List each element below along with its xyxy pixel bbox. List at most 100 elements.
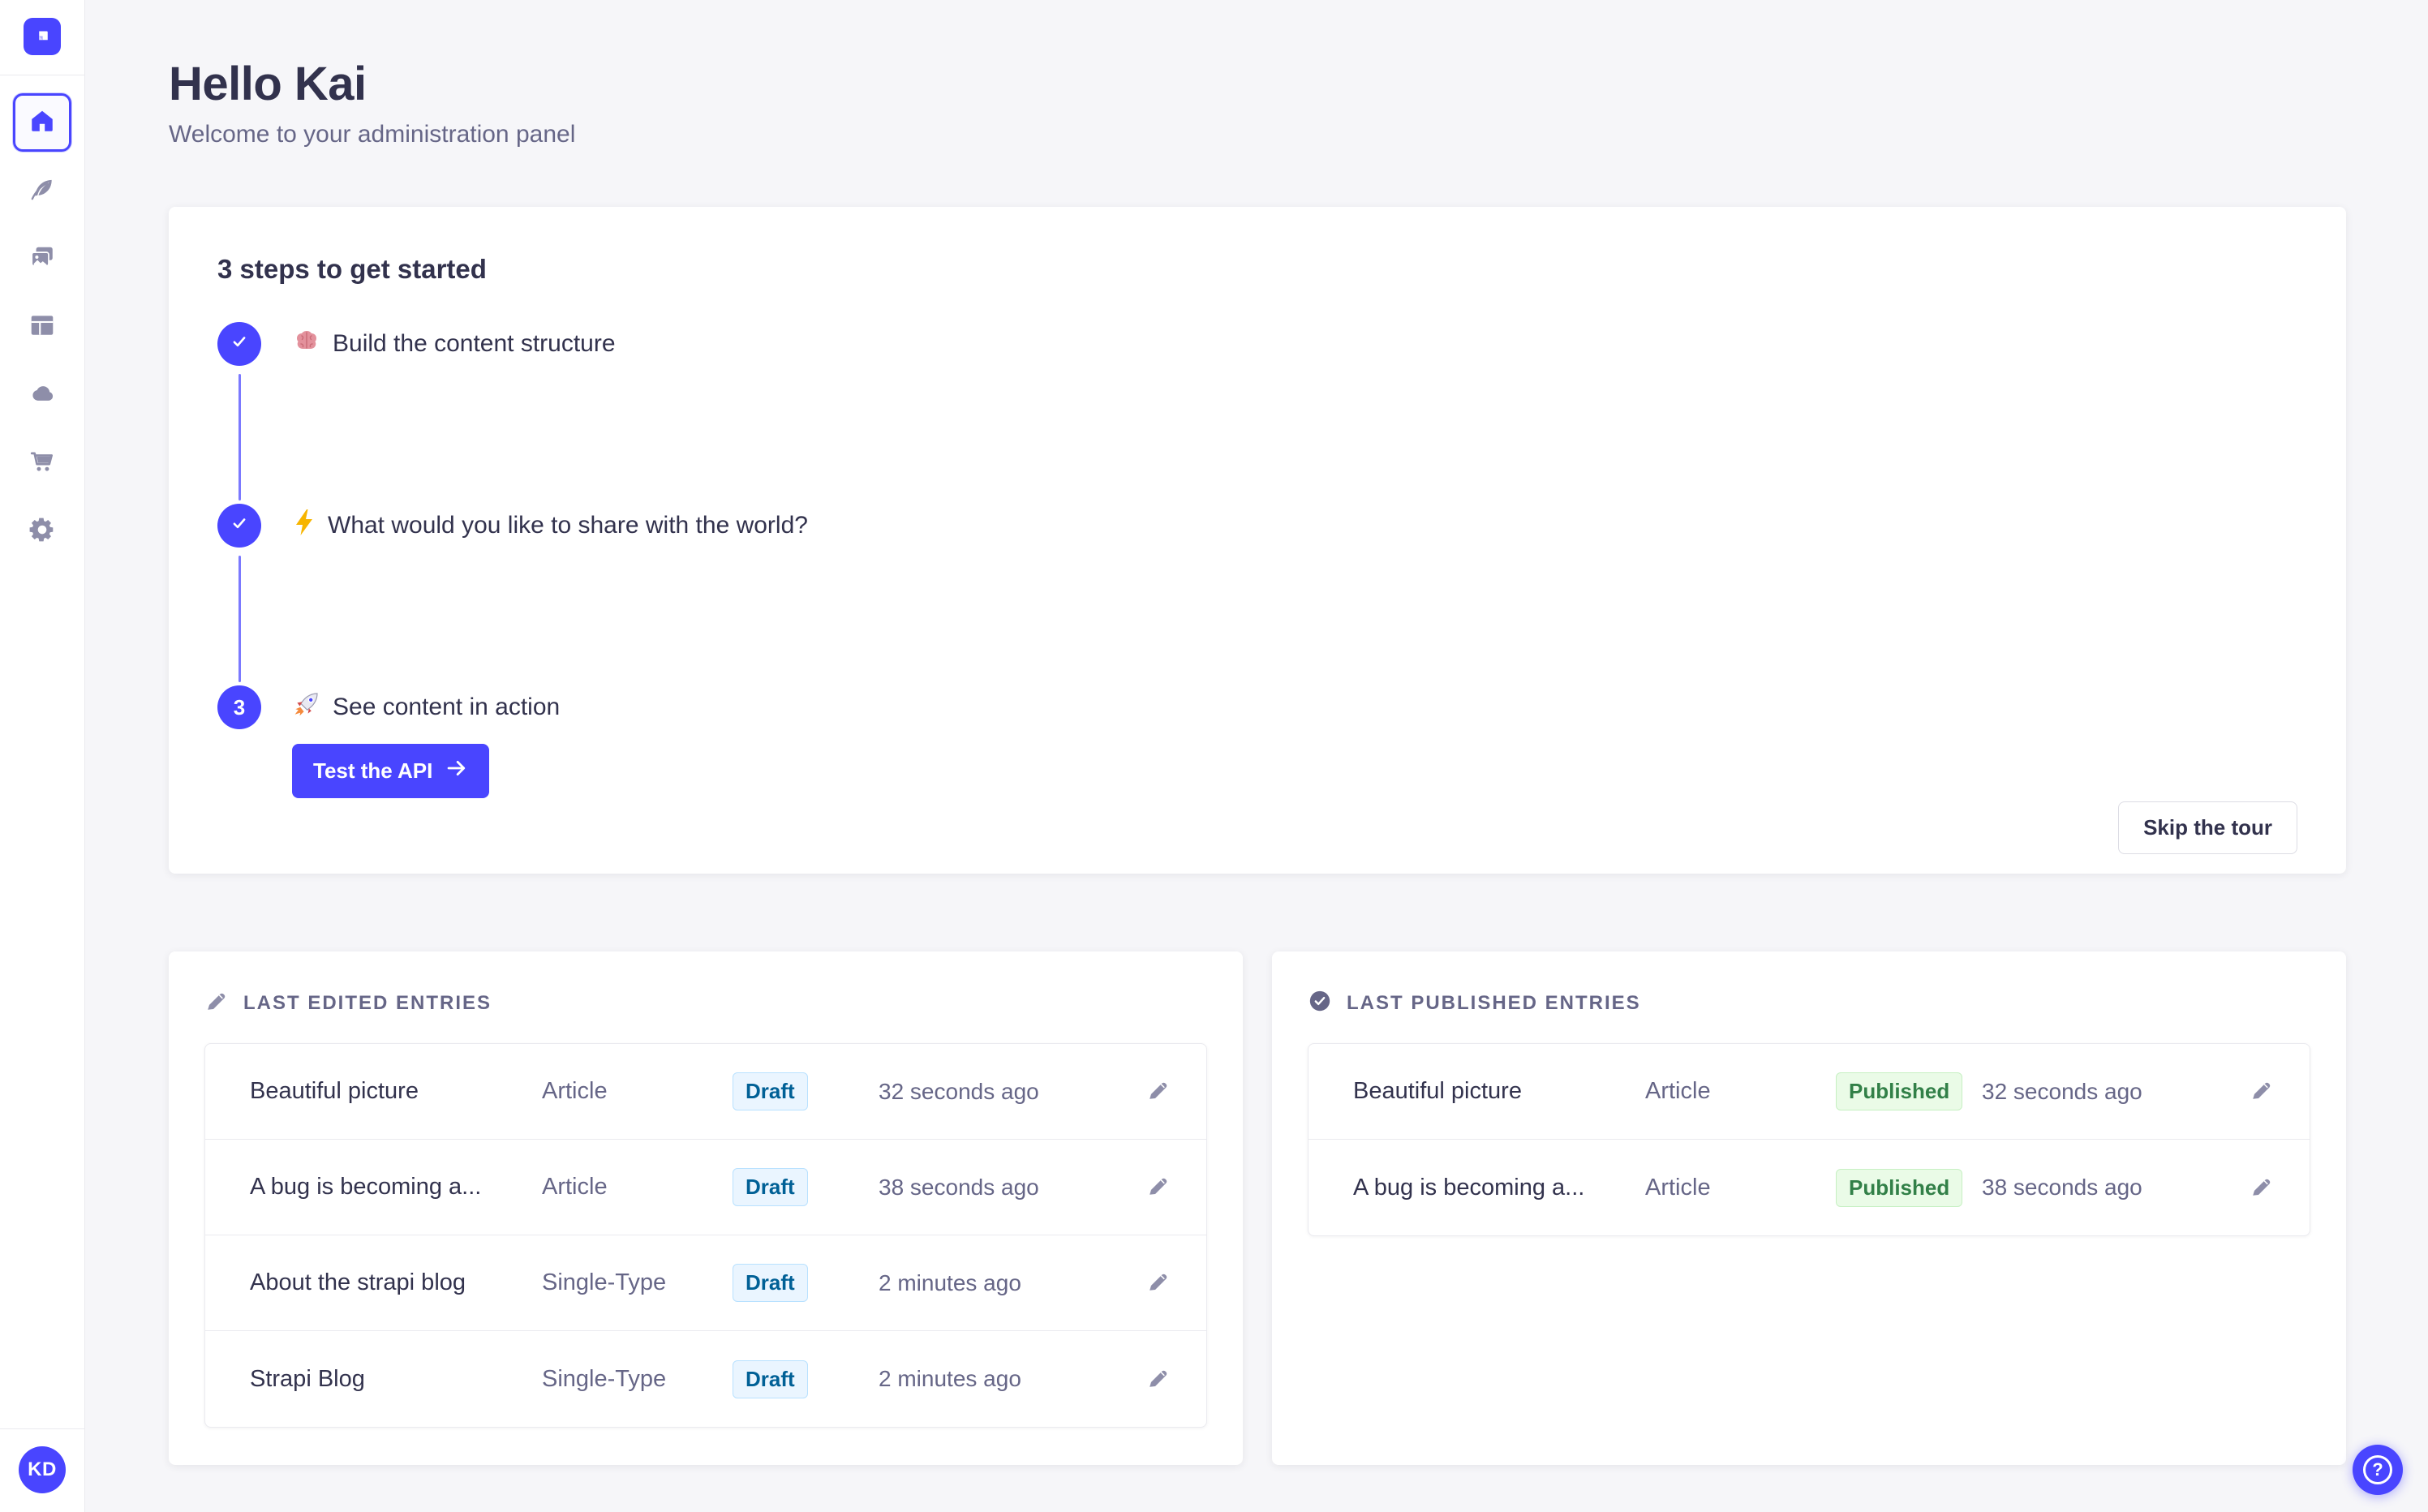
home-icon [28, 107, 56, 139]
edit-entry-button[interactable] [1141, 1361, 1175, 1398]
step-1-rail [217, 322, 261, 504]
status-badge-cell: Published [1836, 1168, 1982, 1207]
edit-entry-button[interactable] [1141, 1073, 1175, 1110]
pencil-icon [1146, 1370, 1171, 1393]
sidebar-item-content-manager[interactable] [13, 161, 71, 220]
status-badge-cell: Draft [733, 1072, 879, 1110]
step-3-rail: 3 [217, 685, 261, 798]
entry-time: 2 minutes ago [879, 1366, 1021, 1391]
media-library-icon [28, 243, 56, 275]
pencil-icon [1146, 1178, 1171, 1201]
skip-tour-button[interactable]: Skip the tour [2118, 801, 2297, 854]
layout-icon [28, 311, 56, 343]
sidebar-item-settings[interactable] [13, 502, 71, 561]
step-3-body: See content in action Test the API [292, 685, 560, 798]
onboarding-step-3: 3 See content in action Test the API [217, 685, 2297, 798]
cloud-icon [28, 380, 56, 411]
step-1-label: Build the content structure [333, 330, 616, 357]
page-title: Hello Kai [169, 58, 367, 110]
page-subtitle: Welcome to your administration panel [169, 121, 576, 148]
status-badge-cell: Draft [733, 1168, 879, 1206]
table-row[interactable]: A bug is becoming a... Article Draft 38 … [205, 1140, 1206, 1235]
status-badge: Published [1836, 1072, 1963, 1110]
entry-time: 32 seconds ago [879, 1078, 1039, 1104]
table-row[interactable]: Strapi Blog Single-Type Draft 2 minutes … [205, 1331, 1206, 1427]
sidebar-item-marketplace[interactable] [13, 434, 71, 492]
strapi-logo-glyph [39, 31, 48, 41]
status-badge-cell: Published [1836, 1072, 1982, 1110]
entry-time: 38 seconds ago [1982, 1175, 2142, 1200]
last-edited-table: Beautiful picture Article Draft 32 secon… [204, 1043, 1207, 1428]
onboarding-title: 3 steps to get started [217, 254, 487, 284]
table-row[interactable]: Beautiful picture Article Published 32 s… [1309, 1044, 2310, 1140]
entry-time: 32 seconds ago [1982, 1078, 2142, 1104]
entry-type: Article [542, 1078, 608, 1104]
gear-icon [28, 516, 56, 548]
sidebar-divider-bottom [0, 1428, 85, 1429]
entry-type: Article [1645, 1174, 1711, 1201]
sidebar: KD [0, 0, 85, 1512]
test-api-button[interactable]: Test the API [292, 744, 490, 798]
step-2-rail [217, 504, 261, 685]
status-badge-cell: Draft [733, 1360, 879, 1398]
strapi-logo[interactable] [24, 18, 61, 55]
cart-icon [28, 448, 56, 479]
edit-entry-button[interactable] [1141, 1265, 1175, 1301]
check-icon [229, 513, 250, 539]
table-row[interactable]: About the strapi blog Single-Type Draft … [205, 1235, 1206, 1331]
pencil-icon [2250, 1082, 2274, 1105]
status-badge: Draft [733, 1264, 808, 1302]
edit-entry-button[interactable] [1141, 1169, 1175, 1205]
brain-icon [292, 326, 321, 362]
entry-type: Article [1645, 1078, 1711, 1104]
entry-title: Strapi Blog [250, 1365, 365, 1392]
last-edited-panel: LAST EDITED ENTRIES Beautiful picture Ar… [169, 951, 1243, 1465]
step-1-done-circle [217, 322, 261, 366]
step-3-label: See content in action [333, 694, 561, 720]
step-2-done-circle [217, 504, 261, 548]
last-edited-title: LAST EDITED ENTRIES [243, 991, 492, 1014]
step-1-title: Build the content structure [292, 322, 616, 366]
pencil-icon [2250, 1179, 2274, 1201]
arrow-right-icon [445, 757, 468, 785]
check-circle-icon [1308, 989, 1332, 1017]
entry-time: 2 minutes ago [879, 1269, 1021, 1295]
step-2-label: What would you like to share with the wo… [328, 512, 808, 539]
status-badge: Draft [733, 1072, 808, 1110]
onboarding-step-2: What would you like to share with the wo… [217, 504, 2297, 685]
sidebar-item-cloud[interactable] [13, 366, 71, 424]
zap-icon [292, 508, 316, 543]
last-published-panel: LAST PUBLISHED ENTRIES Beautiful picture… [1272, 951, 2346, 1465]
entry-title: A bug is becoming a... [250, 1174, 482, 1200]
entry-title: Beautiful picture [250, 1078, 419, 1104]
entry-title: A bug is becoming a... [1353, 1174, 1585, 1201]
status-badge-cell: Draft [733, 1264, 879, 1302]
sidebar-item-media-library[interactable] [13, 230, 71, 288]
edit-entry-button[interactable] [2245, 1073, 2279, 1110]
edit-entry-button[interactable] [2245, 1170, 2279, 1206]
step-connector [238, 374, 241, 500]
step-2-title: What would you like to share with the wo… [292, 504, 808, 548]
entry-time: 38 seconds ago [879, 1174, 1039, 1200]
pencil-icon [1146, 1082, 1171, 1105]
pencil-icon [204, 989, 229, 1017]
sidebar-nav [13, 75, 71, 561]
sidebar-item-home[interactable] [13, 93, 71, 152]
question-icon: ? [2363, 1455, 2392, 1484]
avatar[interactable]: KD [19, 1446, 66, 1493]
sidebar-bottom: KD [0, 1428, 85, 1512]
entry-type: Article [542, 1174, 608, 1200]
step-3-number-circle: 3 [217, 685, 261, 729]
sidebar-item-content-type-builder[interactable] [13, 298, 71, 356]
entries-section: LAST EDITED ENTRIES Beautiful picture Ar… [169, 951, 2346, 1465]
status-badge: Draft [733, 1168, 808, 1206]
table-row[interactable]: Beautiful picture Article Draft 32 secon… [205, 1044, 1206, 1140]
table-row[interactable]: A bug is becoming a... Article Published… [1309, 1140, 2310, 1235]
entry-title: Beautiful picture [1353, 1078, 1522, 1104]
entry-type: Single-Type [542, 1365, 667, 1392]
step-connector [238, 556, 241, 682]
test-api-label: Test the API [313, 758, 433, 783]
status-badge: Published [1836, 1168, 1963, 1207]
help-button[interactable]: ? [2353, 1445, 2403, 1495]
main-content: Hello Kai Welcome to your administration… [85, 0, 2428, 1512]
